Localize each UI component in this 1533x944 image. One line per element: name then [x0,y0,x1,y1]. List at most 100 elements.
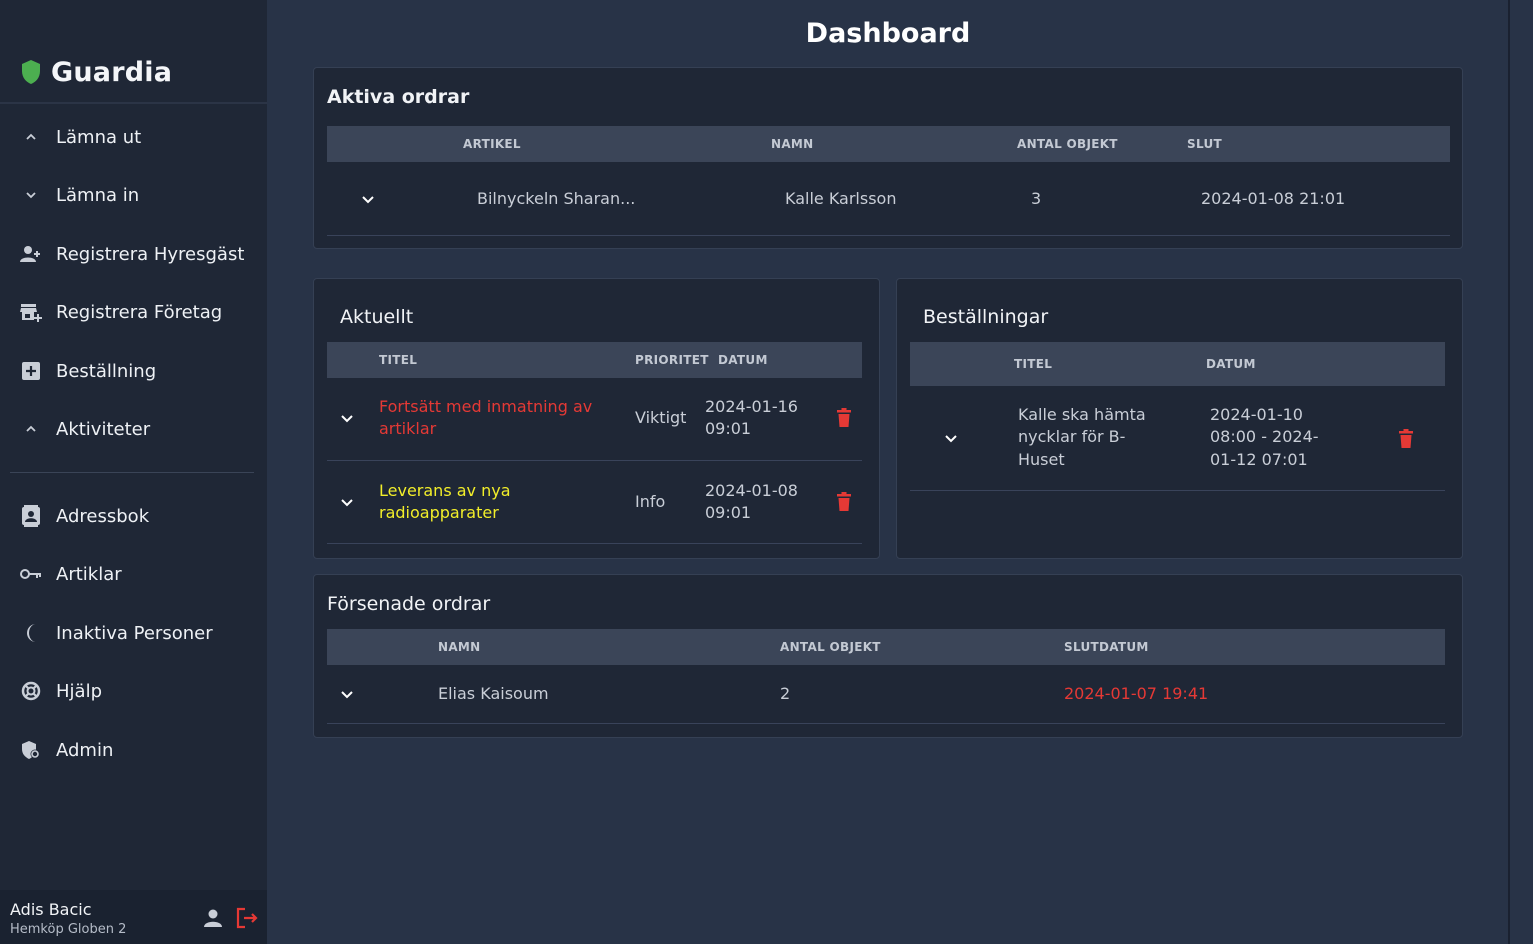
chevron-down-icon[interactable] [359,190,377,208]
column-header[interactable]: TITEL [1014,357,1052,371]
sidebar-item-aktiviteter[interactable]: Aktiviteter [0,409,267,449]
cell-title: nycklar för B- [1018,427,1126,446]
cell-title: Kalle ska hämta [1018,405,1146,424]
chevron-down-icon[interactable] [338,493,356,511]
column-header[interactable]: SLUT [1187,137,1222,151]
chevron-down-icon[interactable] [338,685,356,703]
column-header[interactable]: PRIORITET [635,353,709,367]
sidebar-item-label: Registrera Företag [56,301,223,323]
table-row: Leverans av nya radioapparater Info 2024… [327,461,862,544]
divider [10,472,254,473]
column-header[interactable]: DATUM [1206,357,1256,371]
cell-title: Fortsätt med inmatning av [379,397,593,416]
column-header[interactable]: TITEL [379,353,417,367]
orders-card: Beställningar TITEL DATUM Kalle ska hämt… [896,278,1463,559]
page-title: Dashboard [805,18,971,49]
chevron-up-icon [20,126,42,148]
chevron-down-icon[interactable] [338,409,356,427]
user-icon[interactable] [202,907,224,929]
cell-date: 2024-01-08 [705,481,798,500]
cell-namn: Kalle Karlsson [785,189,897,208]
person-add-icon [20,243,42,265]
table-header: TITEL DATUM [910,342,1445,386]
sidebar-item-adressbok[interactable]: Adressbok [0,496,267,536]
sidebar-item-hjalp[interactable]: Hjälp [0,671,267,711]
column-header[interactable]: DATUM [718,353,768,367]
trash-icon[interactable] [1398,429,1414,449]
sidebar-item-label: Adressbok [56,505,150,527]
sidebar-item-inaktiva-personer[interactable]: Inaktiva Personer [0,613,267,653]
column-header[interactable]: SLUTDATUM [1064,640,1149,654]
cell-namn: Elias Kaisoum [438,684,549,703]
lifebuoy-icon [20,680,42,702]
current-card: Aktuellt TITEL PRIORITET DATUM Fortsätt … [313,278,880,559]
sidebar-item-artiklar[interactable]: Artiklar [0,554,267,594]
window-edge [1508,0,1510,944]
divider [0,102,267,104]
cell-date: 08:00 - 2024- [1210,427,1319,446]
column-header[interactable]: ARTIKEL [463,137,521,151]
table-header: NAMN ANTAL OBJEKT SLUTDATUM [327,629,1445,665]
column-header[interactable]: NAMN [771,137,814,151]
cell-date: 2024-01-10 [1210,405,1303,424]
card-title: Aktiva ordrar [327,86,470,108]
brand-logo[interactable]: Guardia [20,54,172,90]
cell-slut: 2024-01-08 21:01 [1201,189,1346,208]
shield-icon [22,60,40,84]
chevron-down-icon [20,184,42,206]
key-icon [20,563,42,585]
cell-slutdatum: 2024-01-07 19:41 [1064,684,1209,703]
sidebar-item-registrera-foretag[interactable]: Registrera Företag [0,292,267,332]
logout-icon[interactable] [235,907,259,929]
sidebar-item-bestallning[interactable]: Beställning [0,351,267,391]
cell-priority: Viktigt [635,408,687,427]
sidebar-item-lamna-in[interactable]: Lämna in [0,175,267,215]
sidebar: Guardia Lämna ut Lämna in Registrera Hyr… [0,0,267,944]
moon-icon [20,622,42,644]
sidebar-item-label: Lämna ut [56,126,142,148]
cell-artikel: Bilnyckeln Sharan... [477,189,636,208]
cell-date: 09:01 [705,419,752,438]
sidebar-item-admin[interactable]: Admin [0,730,267,770]
user-name: Adis Bacic [10,900,92,919]
sidebar-item-label: Admin [56,739,114,761]
card-title: Försenade ordrar [327,593,491,615]
sidebar-item-lamna-ut[interactable]: Lämna ut [0,117,267,157]
cell-date: 01-12 07:01 [1210,450,1308,469]
late-orders-card: Försenade ordrar NAMN ANTAL OBJEKT SLUTD… [313,574,1463,738]
column-header[interactable]: ANTAL OBJEKT [780,640,881,654]
user-panel: Adis Bacic Hemköp Globen 2 [0,890,267,944]
cell-antal: 2 [780,684,791,703]
cell-title: artiklar [379,419,437,438]
cell-date: 2024-01-16 [705,397,798,416]
column-header[interactable]: NAMN [438,640,481,654]
contact-card-icon [20,505,42,527]
user-org: Hemköp Globen 2 [10,922,127,937]
table-row: Fortsätt med inmatning av artiklar Vikti… [327,378,862,461]
card-title: Beställningar [923,306,1049,328]
card-title: Aktuellt [340,306,414,328]
table-row: Kalle ska hämta nycklar för B- Huset 202… [910,386,1445,491]
table-row: Bilnyckeln Sharan... Kalle Karlsson 3 20… [327,162,1450,236]
brand-name: Guardia [51,56,173,88]
sidebar-item-label: Artiklar [56,563,122,585]
cell-title: Leverans av nya [379,481,511,500]
sidebar-item-label: Aktiviteter [56,418,151,440]
cell-title: radioapparater [379,503,499,522]
sidebar-item-label: Beställning [56,360,157,382]
table-row: Elias Kaisoum 2 2024-01-07 19:41 [327,665,1445,724]
table-header: TITEL PRIORITET DATUM [327,342,862,378]
cell-date: 09:01 [705,503,752,522]
chevron-up-icon [20,418,42,440]
sidebar-item-registrera-hyresgast[interactable]: Registrera Hyresgäst [0,234,267,274]
cell-antal: 3 [1031,189,1042,208]
chevron-down-icon[interactable] [942,429,960,447]
trash-icon[interactable] [836,492,852,512]
column-header[interactable]: ANTAL OBJEKT [1017,137,1118,151]
trash-icon[interactable] [836,408,852,428]
active-orders-card: Aktiva ordrar ARTIKEL NAMN ANTAL OBJEKT … [313,67,1463,249]
table-header: ARTIKEL NAMN ANTAL OBJEKT SLUT [327,126,1450,162]
sidebar-item-label: Lämna in [56,184,140,206]
cell-priority: Info [635,492,666,511]
sidebar-item-label: Registrera Hyresgäst [56,243,245,265]
